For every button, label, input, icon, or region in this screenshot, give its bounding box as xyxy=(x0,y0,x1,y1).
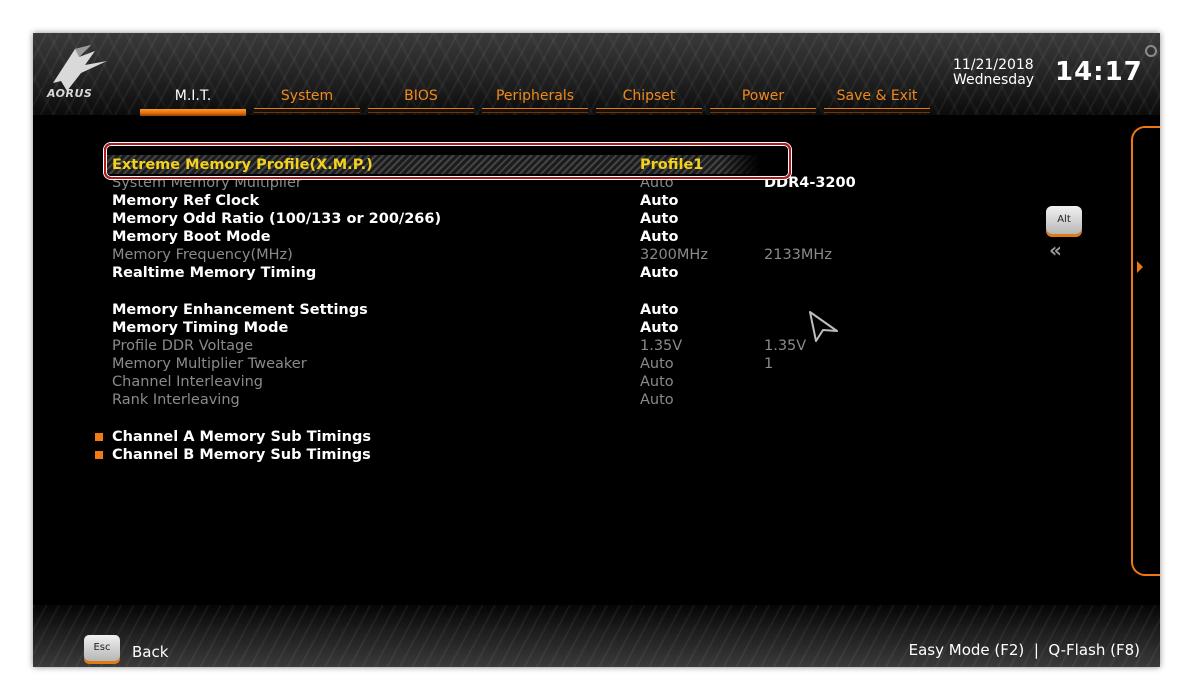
tab-power[interactable]: Power xyxy=(708,86,818,116)
setting-value: Auto xyxy=(640,392,674,408)
setting-value: Auto xyxy=(640,265,679,281)
tab-label: Peripherals xyxy=(495,88,575,104)
setting-row-memory-enhancement-settings[interactable]: Memory Enhancement Settings Auto xyxy=(112,301,872,319)
annotation-highlight-box xyxy=(104,143,791,179)
bios-footer: Esc Back Easy Mode (F2) | Q-Flash (F8) xyxy=(33,605,1160,667)
setting-row-memory-ref-clock[interactable]: Memory Ref Clock Auto xyxy=(112,192,872,210)
tab-label: System xyxy=(280,88,334,104)
setting-row-rank-interleaving: Rank Interleaving Auto xyxy=(112,391,872,409)
setting-value: Auto xyxy=(640,229,679,245)
setting-row-channel-interleaving: Channel Interleaving Auto xyxy=(112,373,872,391)
setting-value: 3200MHz xyxy=(640,247,708,263)
tab-system[interactable]: System xyxy=(252,86,362,116)
tab-underline xyxy=(254,108,360,113)
double-chevron-left-icon[interactable]: « xyxy=(1049,238,1062,262)
tab-chipset[interactable]: Chipset xyxy=(594,86,704,116)
submenu-channel-a[interactable]: Channel A Memory Sub Timings xyxy=(112,428,872,446)
setting-label: Profile DDR Voltage xyxy=(112,338,254,354)
submenu-bullet-icon xyxy=(95,433,103,441)
side-panel-tab[interactable] xyxy=(1131,126,1160,576)
submenu-channel-b[interactable]: Channel B Memory Sub Timings xyxy=(112,446,872,464)
submenu-label: Channel B Memory Sub Timings xyxy=(112,447,371,463)
setting-label: Realtime Memory Timing xyxy=(112,265,317,281)
tab-label: M.I.T. xyxy=(174,88,212,104)
setting-value: Auto xyxy=(640,193,679,209)
tab-label: BIOS xyxy=(404,88,438,104)
expand-arrow-icon[interactable] xyxy=(1137,261,1143,273)
tab-save-exit[interactable]: Save & Exit xyxy=(822,86,932,116)
setting-current-value: 2133MHz xyxy=(764,247,832,263)
back-label[interactable]: Back xyxy=(132,643,168,661)
tab-peripherals[interactable]: Peripherals xyxy=(480,86,590,116)
submenu-label: Channel A Memory Sub Timings xyxy=(112,429,371,445)
tab-label: Save & Exit xyxy=(836,88,918,104)
setting-label: Memory Enhancement Settings xyxy=(112,302,368,318)
tab-mit[interactable]: M.I.T. xyxy=(138,86,248,116)
bios-screen: AORUS M.I.T. System BIOS Peripherals Chi… xyxy=(33,33,1160,667)
setting-label: Memory Boot Mode xyxy=(112,229,271,245)
setting-value: 1.35V xyxy=(640,338,683,354)
setting-row-memory-multiplier-tweaker: Memory Multiplier Tweaker Auto 1 xyxy=(112,355,872,373)
setting-label: Memory Ref Clock xyxy=(112,193,260,209)
setting-value: Auto xyxy=(640,320,679,336)
tab-underline xyxy=(368,108,474,113)
gear-icon[interactable] xyxy=(1145,45,1157,57)
setting-row-memory-frequency: Memory Frequency(MHz) 3200MHz 2133MHz xyxy=(112,246,872,264)
tab-underline xyxy=(824,108,930,113)
setting-row-realtime-memory-timing[interactable]: Realtime Memory Timing Auto xyxy=(112,264,872,282)
setting-value: Auto xyxy=(640,356,674,372)
setting-value: Auto xyxy=(640,374,674,390)
setting-label: Channel Interleaving xyxy=(112,374,264,390)
setting-label: Memory Frequency(MHz) xyxy=(112,247,293,263)
tab-underline xyxy=(710,108,816,113)
setting-row-memory-timing-mode[interactable]: Memory Timing Mode Auto xyxy=(112,319,872,337)
tab-label: Chipset xyxy=(622,88,676,104)
tab-underline xyxy=(140,109,246,116)
day-display: Wednesday xyxy=(953,72,1035,88)
setting-row-memory-boot-mode[interactable]: Memory Boot Mode Auto xyxy=(112,228,872,246)
setting-current-value: 1 xyxy=(764,356,774,372)
aorus-logo-text: AORUS xyxy=(47,87,93,100)
mouse-cursor-icon xyxy=(809,311,838,342)
tab-label: Power xyxy=(741,88,785,104)
setting-value: Auto xyxy=(640,211,679,227)
tab-bios[interactable]: BIOS xyxy=(366,86,476,116)
esc-key-button[interactable]: Esc xyxy=(84,635,120,661)
date-display: 11/21/2018 xyxy=(953,57,1034,73)
setting-row-memory-odd-ratio[interactable]: Memory Odd Ratio (100/133 or 200/266) Au… xyxy=(112,210,872,228)
tab-underline xyxy=(482,108,588,113)
submenu-bullet-icon xyxy=(95,451,103,459)
alt-key-button[interactable]: Alt xyxy=(1046,206,1082,234)
footer-shortcuts[interactable]: Easy Mode (F2) | Q-Flash (F8) xyxy=(909,641,1140,659)
tab-underline xyxy=(596,108,702,113)
setting-value: Auto xyxy=(640,302,679,318)
setting-label: Rank Interleaving xyxy=(112,392,240,408)
setting-label: Memory Timing Mode xyxy=(112,320,289,336)
setting-label: Memory Multiplier Tweaker xyxy=(112,356,307,372)
time-display: 14:17 xyxy=(1055,57,1143,87)
setting-row-profile-ddr-voltage: Profile DDR Voltage 1.35V 1.35V xyxy=(112,337,872,355)
bios-header: AORUS M.I.T. System BIOS Peripherals Chi… xyxy=(33,33,1160,116)
setting-label: Memory Odd Ratio (100/133 or 200/266) xyxy=(112,211,442,227)
setting-current-value: 1.35V xyxy=(764,338,807,354)
